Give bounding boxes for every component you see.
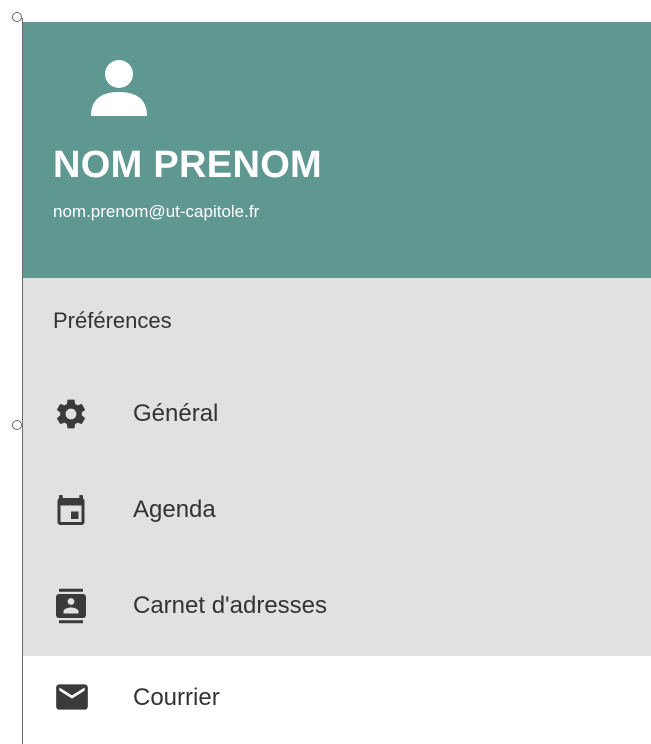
menu-item-general-label: Général	[133, 400, 219, 427]
resize-handle-top[interactable]	[12, 12, 22, 22]
menu-item-agenda-label: Agenda	[133, 496, 216, 523]
resize-handle-middle[interactable]	[12, 420, 22, 430]
user-header: NOM PRENOM nom.prenom@ut-capitole.fr	[23, 22, 651, 278]
screenshot-canvas: NOM PRENOM nom.prenom@ut-capitole.fr Pré…	[0, 0, 651, 744]
person-icon	[91, 60, 147, 116]
preferences-menu: Préférences Général Agenda Carnet d'adre…	[23, 278, 651, 656]
menu-item-mail-label: Courrier	[133, 684, 220, 711]
preferences-title: Préférences	[53, 308, 172, 333]
menu-item-address-book-label: Carnet d'adresses	[133, 592, 328, 619]
calendar-icon	[57, 495, 85, 525]
gear-icon	[56, 399, 86, 429]
menu-item-general[interactable]: Général	[23, 366, 651, 462]
menu-item-agenda[interactable]: Agenda	[23, 462, 651, 558]
contact-book-icon	[56, 588, 86, 624]
user-email: nom.prenom@ut-capitole.fr	[53, 202, 260, 221]
user-name: NOM PRENOM	[53, 144, 322, 186]
menu-item-mail[interactable]: Courrier	[23, 656, 651, 744]
menu-item-address-book[interactable]: Carnet d'adresses	[23, 558, 651, 654]
user-menu-panel: NOM PRENOM nom.prenom@ut-capitole.fr Pré…	[23, 22, 651, 744]
envelope-icon	[56, 684, 88, 710]
